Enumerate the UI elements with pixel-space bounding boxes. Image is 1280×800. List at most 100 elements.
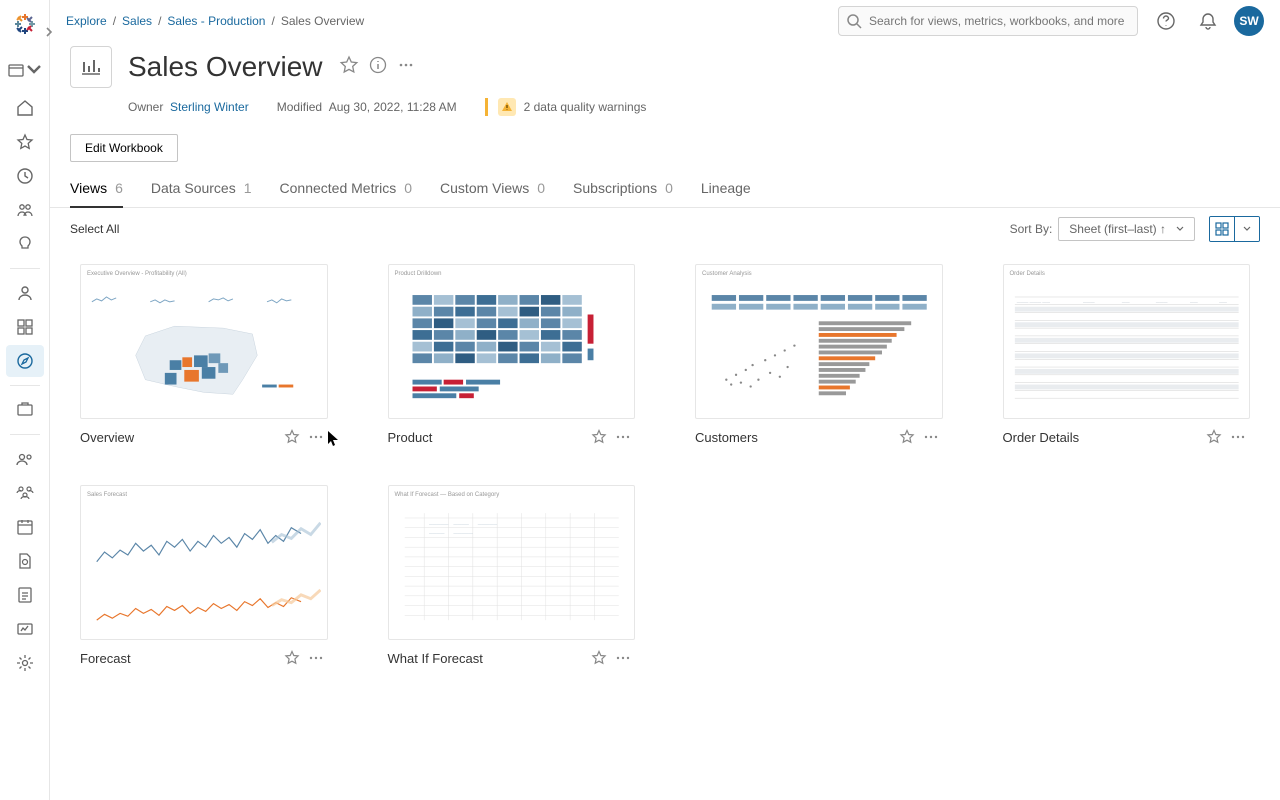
sort-by-label: Sort By: (1010, 222, 1053, 236)
shared-icon[interactable] (6, 194, 44, 226)
edit-workbook-button[interactable]: Edit Workbook (70, 134, 178, 162)
workbook-header: Sales Overview Owner Sterling Winter Mod… (50, 42, 1280, 116)
svg-text:————: ———— (453, 521, 469, 526)
chevron-down-icon (1176, 225, 1184, 233)
more-icon[interactable] (1226, 429, 1250, 445)
star-icon[interactable] (587, 429, 611, 445)
svg-text:—————: ————— (477, 521, 497, 526)
toolbar: Edit Workbook (50, 116, 1280, 162)
star-icon[interactable] (895, 429, 919, 445)
users-icon[interactable] (6, 443, 44, 475)
breadcrumb-explore[interactable]: Explore (66, 14, 107, 28)
workbook-title: Sales Overview (128, 51, 323, 83)
star-icon[interactable] (280, 429, 304, 445)
search-input[interactable] (838, 6, 1138, 36)
view-name: Customers (695, 430, 895, 445)
view-card[interactable]: Executive Overview - Profitability (All)… (80, 264, 328, 445)
tab-custom-views[interactable]: Custom Views0 (440, 180, 545, 207)
divider (10, 268, 40, 269)
modified-date: Aug 30, 2022, 11:28 AM (329, 100, 457, 114)
collapse-panel-icon[interactable] (30, 16, 68, 48)
dq-text: 2 data quality warnings (524, 100, 647, 114)
view-card[interactable]: What If Forecast — Based on Category ———… (388, 485, 636, 666)
sort-dropdown[interactable]: Sheet (first–last) ↑ (1058, 217, 1195, 241)
view-thumbnail: Customer Analysis (695, 264, 943, 419)
main-panel: Explore/ Sales/ Sales - Production/ Sale… (50, 0, 1280, 800)
view-name: Order Details (1003, 430, 1203, 445)
warning-icon (498, 98, 516, 116)
explore-icon[interactable] (6, 345, 44, 377)
more-icon[interactable] (611, 429, 635, 445)
view-thumbnail: Executive Overview - Profitability (All) (80, 264, 328, 419)
more-icon[interactable] (919, 429, 943, 445)
star-icon[interactable] (280, 650, 304, 666)
svg-text:—————: ————— (429, 521, 449, 526)
settings-icon[interactable] (6, 647, 44, 679)
svg-text:——: —— (1121, 299, 1129, 304)
owner-label: Owner (128, 100, 163, 114)
search-box (838, 6, 1138, 36)
list-view-button[interactable] (1235, 217, 1259, 241)
breadcrumb-project[interactable]: Sales - Production (167, 14, 265, 28)
tab-data-sources[interactable]: Data Sources1 (151, 180, 252, 207)
view-name: Forecast (80, 651, 280, 666)
search-icon (846, 13, 862, 29)
view-thumbnail: What If Forecast — Based on Category ———… (388, 485, 636, 640)
view-name: Overview (80, 430, 280, 445)
owner-link[interactable]: Sterling Winter (170, 100, 249, 114)
top-bar: Explore/ Sales/ Sales - Production/ Sale… (50, 0, 1280, 42)
svg-text:——— ——— ——: ——— ——— —— (1016, 299, 1049, 304)
svg-text:———: ——— (1155, 299, 1167, 304)
svg-text:——: —— (1219, 299, 1227, 304)
more-icon[interactable] (304, 650, 328, 666)
view-name: What If Forecast (388, 651, 588, 666)
view-thumbnail: Sales Forecast (80, 485, 328, 640)
tab-connected-metrics[interactable]: Connected Metrics0 (280, 180, 413, 207)
site-status-icon[interactable] (6, 613, 44, 645)
user-avatar[interactable]: SW (1234, 6, 1264, 36)
divider (10, 385, 40, 386)
favorite-toggle[interactable] (339, 55, 359, 80)
breadcrumb-sales[interactable]: Sales (122, 14, 152, 28)
recommend-icon[interactable] (6, 228, 44, 260)
collections-icon[interactable] (6, 311, 44, 343)
select-all-button[interactable]: Select All (70, 222, 119, 236)
more-icon[interactable] (304, 429, 328, 445)
personal-space-icon[interactable] (6, 277, 44, 309)
svg-text:————: ———— (429, 531, 445, 536)
star-icon[interactable] (1202, 429, 1226, 445)
modified-label: Modified (277, 100, 322, 114)
breadcrumb: Explore/ Sales/ Sales - Production/ Sale… (66, 14, 364, 28)
star-icon[interactable] (587, 650, 611, 666)
info-icon[interactable] (369, 56, 387, 79)
view-card[interactable]: Sales Forecast Forecast (80, 485, 328, 666)
grid-view-button[interactable] (1210, 217, 1234, 241)
tab-lineage[interactable]: Lineage (701, 180, 751, 207)
svg-text:——: —— (1189, 299, 1197, 304)
tasks-icon[interactable] (6, 579, 44, 611)
view-card[interactable]: Product Drilldown (388, 264, 636, 445)
view-thumbnail: Order Details ——— ——— —————————————— (1003, 264, 1251, 419)
favorites-icon[interactable] (6, 126, 44, 158)
notifications-icon[interactable] (1192, 5, 1224, 37)
tab-subscriptions[interactable]: Subscriptions0 (573, 180, 673, 207)
schedules-icon[interactable] (6, 511, 44, 543)
view-card[interactable]: Order Details ——— ——— —————————————— Ord… (1003, 264, 1251, 445)
help-icon[interactable] (1150, 5, 1182, 37)
views-grid: Executive Overview - Profitability (All)… (50, 250, 1280, 680)
tab-views[interactable]: Views6 (70, 180, 123, 208)
svg-text:—————: ————— (453, 531, 473, 536)
recents-icon[interactable] (6, 160, 44, 192)
external-assets-icon[interactable] (6, 394, 44, 426)
new-dropdown[interactable] (8, 62, 42, 78)
more-actions-icon[interactable] (397, 56, 415, 79)
home-icon[interactable] (6, 92, 44, 124)
view-thumbnail: Product Drilldown (388, 264, 636, 419)
data-quality-warning[interactable]: 2 data quality warnings (485, 98, 647, 116)
view-card[interactable]: Customer Analysis (695, 264, 943, 445)
more-icon[interactable] (611, 650, 635, 666)
breadcrumb-current: Sales Overview (281, 14, 364, 28)
groups-icon[interactable] (6, 477, 44, 509)
divider (10, 434, 40, 435)
jobs-icon[interactable] (6, 545, 44, 577)
